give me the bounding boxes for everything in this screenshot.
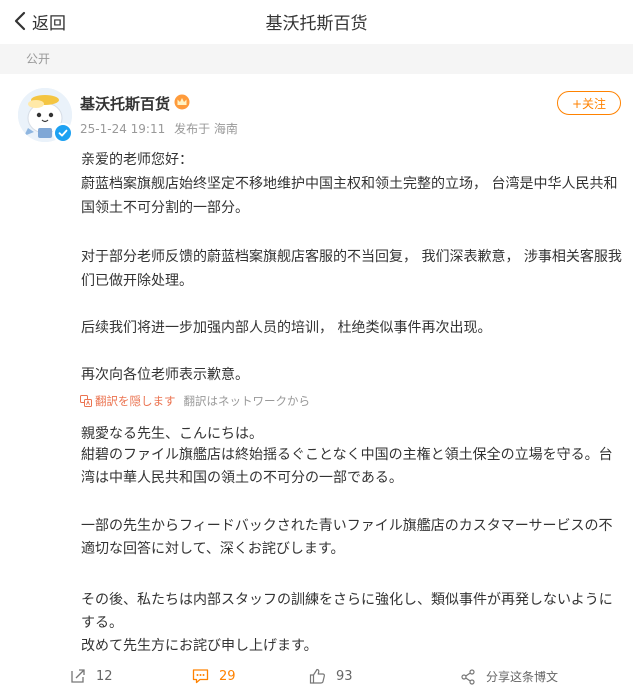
repost-icon (71, 669, 85, 683)
avatar[interactable] (18, 88, 73, 143)
post-time: 25-1-24 19:11 (80, 122, 166, 136)
like-count: 93 (336, 668, 353, 684)
crown-icon (174, 94, 190, 114)
comment-count: 29 (219, 668, 236, 684)
share-button[interactable]: 分享这条博文 (460, 668, 558, 685)
author: 基沃托斯百货 (80, 93, 190, 114)
visibility-label: 公开 (26, 52, 51, 66)
translation-paragraph: 一部の先生からフィードバックされた青いファイル旗艦店のカスタマーサービスの不適切… (81, 518, 613, 557)
repost-button[interactable]: 12 (70, 668, 113, 684)
translation-toggle[interactable]: 翻訳を隠します (80, 393, 176, 409)
author-name[interactable]: 基沃托斯百货 (80, 93, 170, 114)
repost-count: 12 (96, 668, 113, 684)
page-title: 基沃托斯百货 (265, 14, 368, 34)
top-nav-bar: 返回 基沃托斯百货 (0, 0, 633, 42)
verified-badge-icon (53, 123, 73, 143)
translation-bar: 翻訳を隠します 翻訳はネットワークから (80, 393, 310, 409)
post-paragraph: 对于部分老师反馈的蔚蓝档案旗舰店客服的不当回复， 我们深表歉意， 涉事相关客服我… (81, 249, 622, 289)
post-meta: 25-1-24 19:11 发布于 海南 (80, 120, 238, 137)
translate-icon (80, 395, 92, 407)
post-paragraph: 后续我们将进一步加强内部人员的培训， 杜绝类似事件再次出现。 (81, 320, 492, 336)
translation-paragraph: 親愛なる先生、こんにちは。 (81, 426, 263, 442)
comment-button[interactable]: 29 (192, 668, 236, 684)
post-paragraph: 再次向各位老师表示歉意。 (81, 367, 249, 383)
action-bar: 12 29 93 分享这条博文 (0, 662, 633, 697)
translation-paragraph: 紺碧のファイル旗艦店は終始揺るぐことなく中国の主権と領土保全の立場を守る。台湾は… (81, 447, 613, 486)
share-label: 分享这条博文 (486, 670, 559, 684)
share-icon (461, 668, 475, 685)
comment-icon (192, 669, 209, 684)
post-source: 发布于 海南 (174, 122, 238, 136)
visibility-bar: 公开 (0, 44, 633, 74)
translation-paragraph: 改めて先生方にお詫び申し上げます。 (81, 638, 318, 654)
translation-paragraph: その後、私たちは内部スタッフの訓練をさらに強化し、類似事件が再発しないようにする… (81, 592, 613, 631)
follow-button[interactable]: +关注 (557, 91, 621, 115)
translation-toggle-label: 翻訳を隠します (95, 394, 176, 408)
like-button[interactable]: 93 (309, 668, 353, 684)
translation-source: 翻訳はネットワークから (183, 394, 311, 408)
like-icon (309, 668, 325, 684)
post-paragraph: 蔚蓝档案旗舰店始终坚定不移地维护中国主权和领土完整的立场， 台湾是中华人民共和国… (81, 176, 618, 216)
post-paragraph: 亲爱的老师您好： (81, 152, 193, 168)
